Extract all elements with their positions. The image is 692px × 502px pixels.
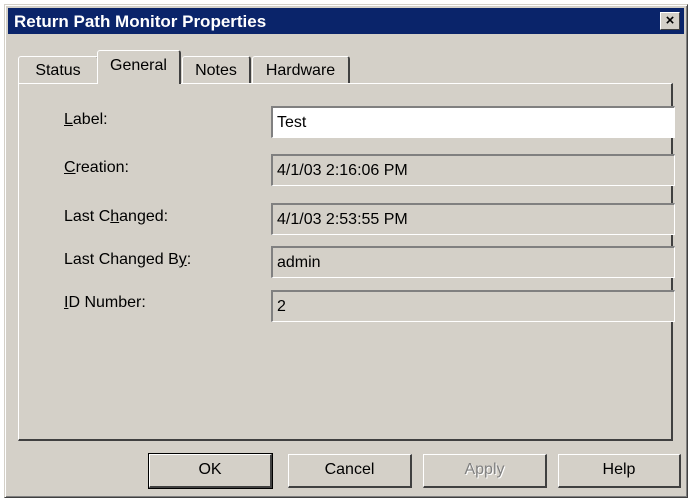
- tab-general-label: General: [110, 57, 167, 74]
- help-button[interactable]: Help: [558, 454, 681, 488]
- title-bar: Return Path Monitor Properties ×: [8, 8, 684, 34]
- label-input[interactable]: Test: [271, 106, 675, 138]
- id-number-caption: ID Number:: [64, 294, 146, 311]
- cancel-button[interactable]: Cancel: [288, 454, 412, 488]
- apply-button[interactable]: Apply: [423, 454, 547, 488]
- tab-notes[interactable]: Notes: [182, 56, 251, 84]
- id-number-field: 2: [271, 290, 675, 322]
- tab-general[interactable]: General: [97, 50, 181, 84]
- tab-status[interactable]: Status: [18, 56, 99, 84]
- tab-status-label: Status: [35, 62, 81, 79]
- general-panel: Label: Test Creation: 4/1/03 2:16:06 PM …: [18, 83, 675, 441]
- last-changed-by-caption: Last Changed By:: [64, 251, 192, 268]
- ok-button[interactable]: OK: [148, 453, 273, 489]
- close-icon[interactable]: ×: [660, 12, 680, 30]
- tab-hardware[interactable]: Hardware: [252, 56, 350, 84]
- creation-field: 4/1/03 2:16:06 PM: [271, 154, 675, 186]
- last-changed-by-field: admin: [271, 246, 675, 278]
- creation-caption: Creation:: [64, 159, 129, 176]
- properties-dialog: Return Path Monitor Properties × Status …: [4, 4, 688, 498]
- ok-button-label: OK: [198, 461, 222, 478]
- tab-notes-label: Notes: [195, 62, 237, 79]
- last-changed-caption: Last Changed:: [64, 208, 169, 225]
- cancel-button-label: Cancel: [324, 461, 375, 478]
- apply-button-label: Apply: [464, 461, 505, 478]
- last-changed-field: 4/1/03 2:53:55 PM: [271, 203, 675, 235]
- window-title: Return Path Monitor Properties: [14, 12, 267, 31]
- tab-hardware-label: Hardware: [265, 62, 336, 79]
- label-caption: Label:: [64, 111, 108, 128]
- help-button-label: Help: [602, 461, 636, 478]
